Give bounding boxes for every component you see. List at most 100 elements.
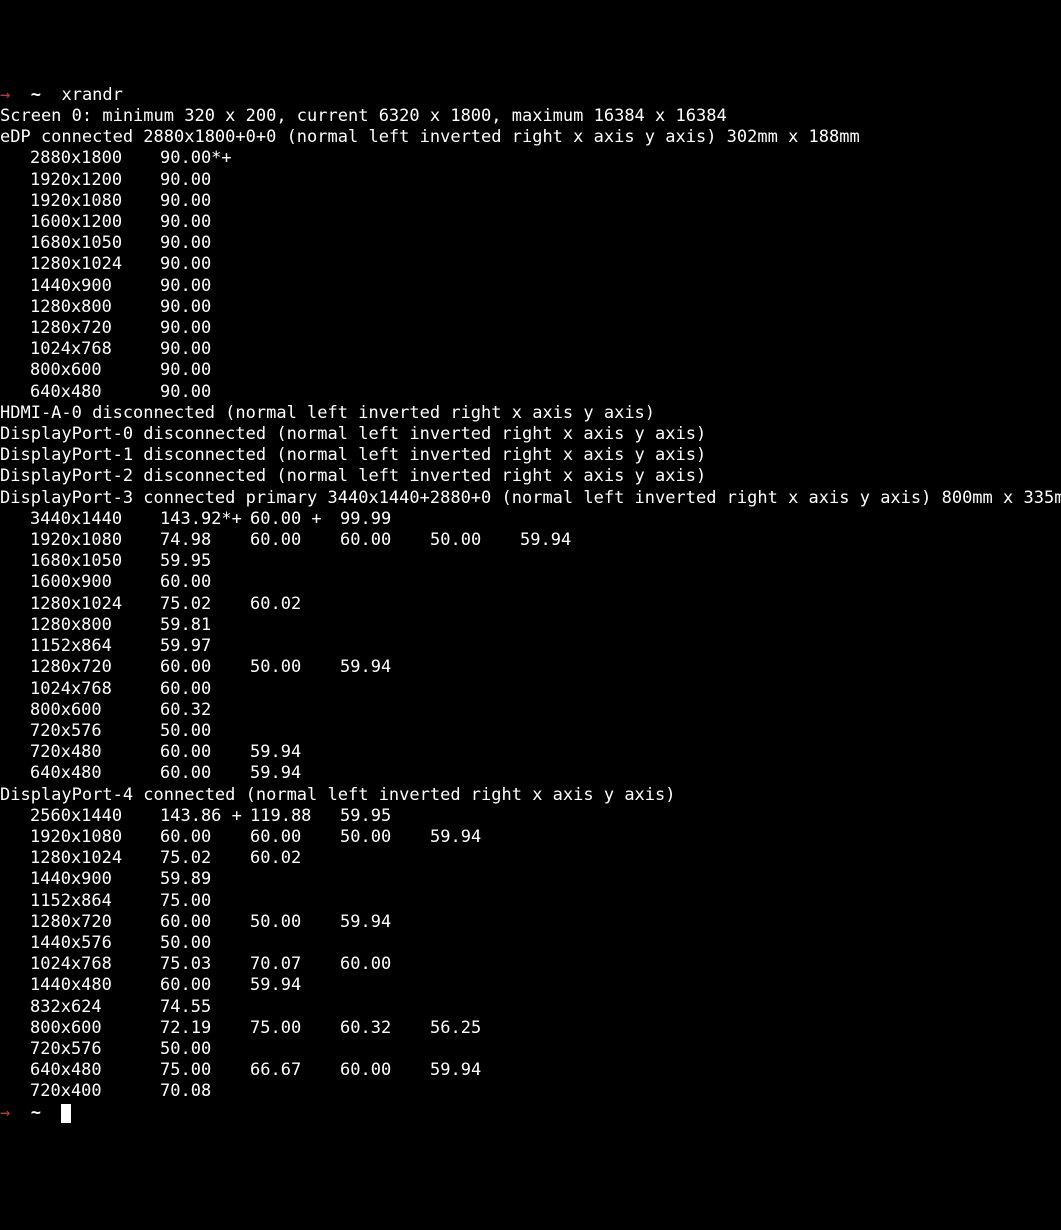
mode-line: 800x60090.00 [0, 360, 1061, 381]
output-header-DisplayPort-0: DisplayPort-0 disconnected (normal left … [0, 424, 1061, 445]
screen-info-line: Screen 0: minimum 320 x 200, current 632… [0, 106, 1061, 127]
mode-line: 1280x80090.00 [0, 297, 1061, 318]
mode-rate: 143.86 + [160, 806, 250, 827]
mode-line: 1920x108060.0060.0050.0059.94 [0, 827, 1061, 848]
mode-rate: 59.94 [250, 742, 340, 763]
mode-line: 1280x72060.0050.0059.94 [0, 657, 1061, 678]
mode-resolution: 1024x768 [0, 339, 160, 360]
mode-rate: 60.00 [160, 763, 250, 784]
mode-rates: 60.0050.0059.94 [160, 912, 430, 933]
mode-rate: 60.00 [160, 572, 250, 593]
mode-line: 1920x120090.00 [0, 170, 1061, 191]
mode-rates: 74.9860.0060.0050.0059.94 [160, 530, 610, 551]
mode-resolution: 1280x1024 [0, 254, 160, 275]
mode-line: 1680x105090.00 [0, 233, 1061, 254]
prompt-line-2[interactable]: → ~ [0, 1103, 1061, 1124]
mode-rate: 60.00 [340, 530, 430, 551]
mode-rate: 143.92*+ [160, 509, 250, 530]
mode-rate: 70.07 [250, 954, 340, 975]
mode-line: 1440x57650.00 [0, 933, 1061, 954]
mode-resolution: 1280x720 [0, 657, 160, 678]
command-text: xrandr [61, 85, 122, 105]
mode-rates: 60.0059.94 [160, 742, 340, 763]
mode-resolution: 640x480 [0, 382, 160, 403]
mode-rates: 75.0260.02 [160, 848, 340, 869]
prompt-cwd: ~ [31, 85, 41, 105]
prompt-cwd: ~ [31, 1103, 41, 1123]
output-header-HDMI-A-0: HDMI-A-0 disconnected (normal left inver… [0, 403, 1061, 424]
mode-resolution: 800x600 [0, 1018, 160, 1039]
mode-rate: 70.08 [160, 1081, 250, 1102]
mode-rates: 72.1975.0060.3256.25 [160, 1018, 520, 1039]
mode-rates: 59.97 [160, 636, 250, 657]
mode-resolution: 1680x1050 [0, 233, 160, 254]
terminal-output[interactable]: → ~ xrandrScreen 0: minimum 320 x 200, c… [0, 85, 1061, 1124]
mode-rates: 60.0059.94 [160, 975, 340, 996]
mode-rates: 50.00 [160, 933, 250, 954]
mode-rate: 60.00 [250, 827, 340, 848]
mode-resolution: 1280x1024 [0, 594, 160, 615]
mode-resolution: 1024x768 [0, 679, 160, 700]
mode-rate: 90.00 [160, 297, 250, 318]
mode-rates: 74.55 [160, 997, 250, 1018]
mode-resolution: 2560x1440 [0, 806, 160, 827]
mode-rate: 60.02 [250, 848, 340, 869]
mode-rate: 72.19 [160, 1018, 250, 1039]
mode-resolution: 1600x1200 [0, 212, 160, 233]
mode-line: 640x48090.00 [0, 382, 1061, 403]
mode-rate: 75.02 [160, 594, 250, 615]
mode-rates: 90.00 [160, 212, 250, 233]
mode-rate: 90.00 [160, 339, 250, 360]
mode-rates: 90.00 [160, 276, 250, 297]
mode-rates: 143.92*+60.00 +99.99 [160, 509, 430, 530]
mode-rate: 74.55 [160, 997, 250, 1018]
mode-rate: 60.00 [160, 912, 250, 933]
mode-resolution: 640x480 [0, 1060, 160, 1081]
mode-line: 1440x48060.0059.94 [0, 975, 1061, 996]
mode-line: 720x40070.08 [0, 1081, 1061, 1102]
mode-rate: 90.00*+ [160, 148, 250, 169]
mode-rate: 60.00 [160, 657, 250, 678]
mode-line: 1440x90059.89 [0, 869, 1061, 890]
mode-line: 1600x90060.00 [0, 572, 1061, 593]
mode-rates: 60.0059.94 [160, 763, 340, 784]
mode-rates: 90.00 [160, 191, 250, 212]
mode-line: 1280x102490.00 [0, 254, 1061, 275]
mode-rates: 75.0370.0760.00 [160, 954, 430, 975]
mode-resolution: 1440x900 [0, 276, 160, 297]
mode-line: 1280x102475.0260.02 [0, 848, 1061, 869]
mode-rate: 59.94 [250, 975, 340, 996]
mode-rate: 90.00 [160, 212, 250, 233]
mode-rate: 75.03 [160, 954, 250, 975]
mode-rate: 74.98 [160, 530, 250, 551]
mode-resolution: 720x576 [0, 721, 160, 742]
mode-resolution: 3440x1440 [0, 509, 160, 530]
mode-rate: 56.25 [430, 1018, 520, 1039]
mode-rate: 59.95 [340, 806, 430, 827]
mode-rates: 60.32 [160, 700, 250, 721]
mode-rate: 75.00 [250, 1018, 340, 1039]
mode-rates: 75.00 [160, 891, 250, 912]
mode-rate: 99.99 [340, 509, 430, 530]
mode-line: 1152x86459.97 [0, 636, 1061, 657]
mode-resolution: 720x400 [0, 1081, 160, 1102]
mode-rate: 60.32 [340, 1018, 430, 1039]
mode-rates: 90.00 [160, 382, 250, 403]
mode-rate: 90.00 [160, 254, 250, 275]
mode-rates: 60.00 [160, 679, 250, 700]
mode-line: 640x48060.0059.94 [0, 763, 1061, 784]
mode-resolution: 1440x576 [0, 933, 160, 954]
mode-resolution: 1920x1080 [0, 827, 160, 848]
mode-rate: 66.67 [250, 1060, 340, 1081]
mode-rates: 59.89 [160, 869, 250, 890]
mode-rate: 60.00 [340, 1060, 430, 1081]
mode-line: 1280x72090.00 [0, 318, 1061, 339]
mode-line: 1440x90090.00 [0, 276, 1061, 297]
mode-rates: 75.0260.02 [160, 594, 340, 615]
mode-rate: 75.02 [160, 848, 250, 869]
mode-rate: 50.00 [340, 827, 430, 848]
mode-rate: 60.00 [160, 975, 250, 996]
mode-resolution: 1920x1200 [0, 170, 160, 191]
mode-rates: 70.08 [160, 1081, 250, 1102]
mode-rate: 60.00 + [250, 509, 340, 530]
